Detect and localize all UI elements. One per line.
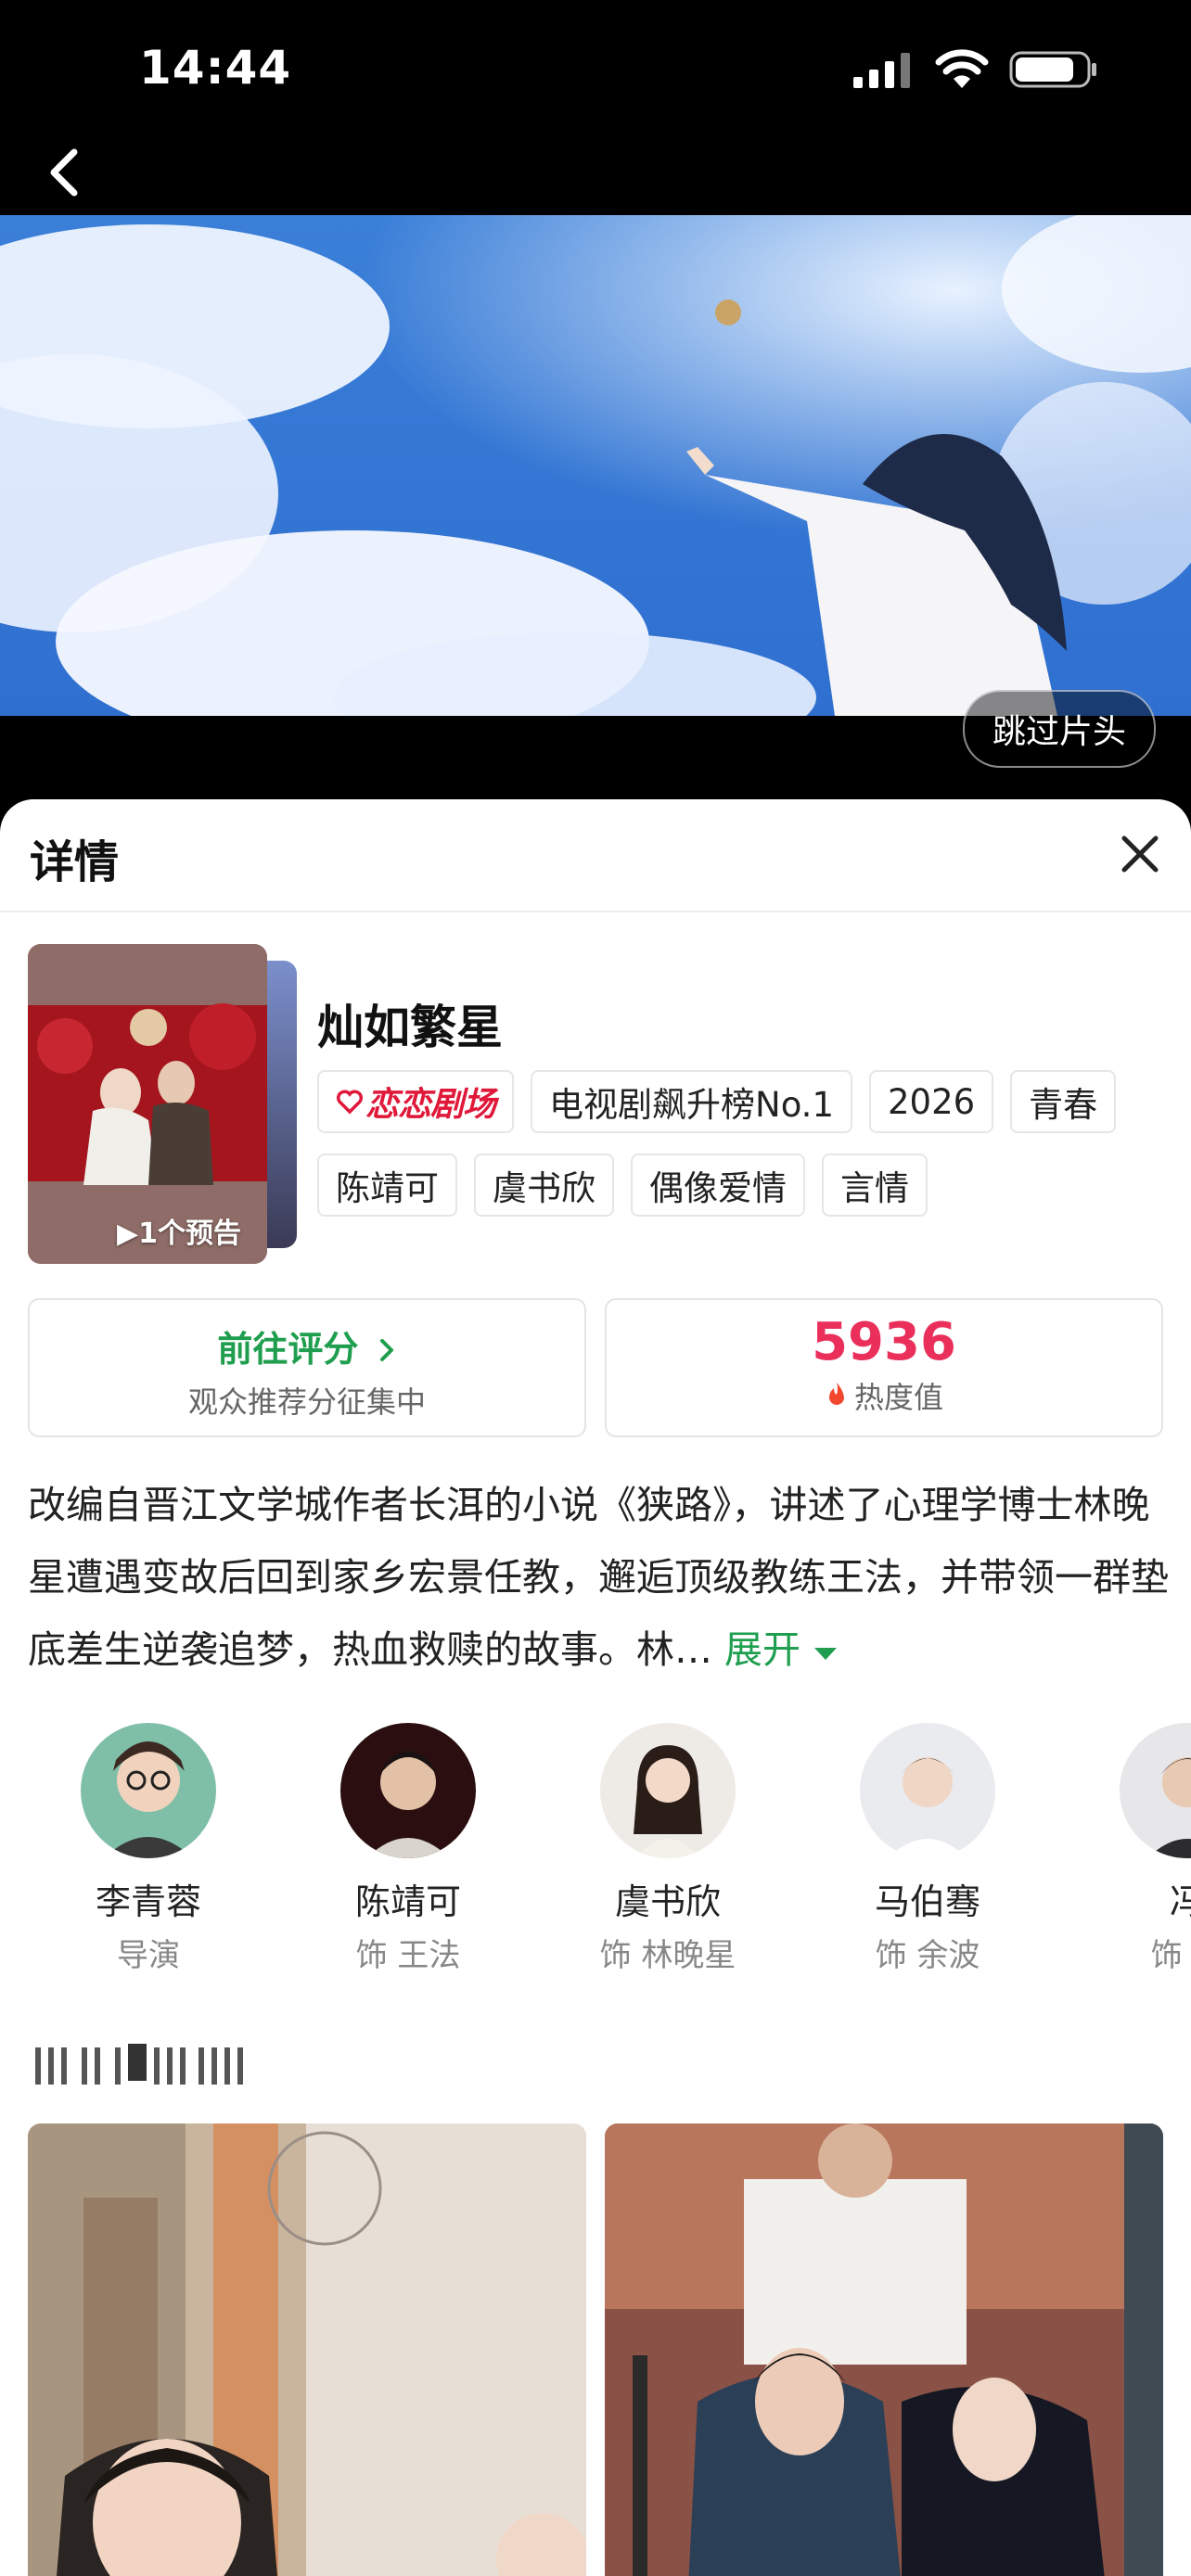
brand-tag[interactable]: 恋恋剧场	[317, 1070, 515, 1133]
video-frame-illustration	[0, 215, 1191, 716]
heat-card[interactable]: 5936 热度值	[605, 1298, 1163, 1437]
avatar	[860, 1723, 995, 1858]
heart-logo-icon	[336, 1090, 364, 1115]
cast-member[interactable]: 李青蓉 导演	[37, 1723, 260, 1975]
heat-value: 5936	[812, 1312, 956, 1372]
cast-name: 冯	[1169, 1881, 1191, 1922]
cast-role: 导演	[117, 1937, 180, 1974]
sheet-header: 详情	[0, 799, 1191, 912]
description: 改编自晋江文学城作者长洱的小说《狭路》，讲述了心理学博士林晚星遭遇变故后回到家乡…	[28, 1469, 1169, 1686]
rating-card[interactable]: 前往评分 观众推荐分征集中	[28, 1298, 586, 1437]
tag-list: 恋恋剧场 电视剧飙升榜No.1 2026 青春 陈靖可 虞书欣 偶像爱情 言情	[317, 1070, 1171, 1217]
rate-label: 前往评分	[217, 1329, 359, 1370]
cast-role: 饰 余波	[875, 1937, 980, 1974]
close-icon[interactable]	[1117, 831, 1163, 877]
trailer-label: ▶1个预告	[117, 1218, 241, 1250]
loading-placeholder-bars	[35, 2044, 243, 2085]
cast-member[interactable]: 冯 饰 王	[1076, 1723, 1191, 1975]
heat-label: 热度值	[853, 1380, 943, 1415]
fire-icon	[828, 1383, 844, 1405]
back-arrow-icon[interactable]	[37, 139, 93, 206]
avatar	[340, 1723, 476, 1858]
cast-role: 饰 王	[1150, 1937, 1191, 1974]
status-time: 14:44	[139, 41, 292, 95]
tag-ranking[interactable]: 电视剧飙升榜No.1	[531, 1070, 852, 1133]
tag-year[interactable]: 2026	[868, 1070, 994, 1133]
expand-label: 展开	[724, 1627, 801, 1672]
video-player[interactable]	[0, 215, 1191, 716]
cast-member[interactable]: 马伯骞 饰 余波	[816, 1723, 1039, 1975]
cast-member[interactable]: 陈靖可 饰 王法	[297, 1723, 519, 1975]
poster-image[interactable]: ▶1个预告	[28, 944, 267, 1264]
show-title: 灿如繁星	[317, 1001, 503, 1054]
poster-stack[interactable]: ▶1个预告	[28, 944, 297, 1264]
brand-tag-label: 恋恋剧场	[365, 1086, 496, 1124]
cast-name: 虞书欣	[614, 1881, 721, 1922]
cast-list: 李青蓉 导演 陈靖可 饰 王法 虞书欣 饰 林晚星 马伯骞 饰 余波 冯 饰	[0, 1723, 1191, 1992]
status-icons	[853, 46, 1098, 93]
cast-name: 李青蓉	[95, 1881, 201, 1922]
avatar	[81, 1723, 216, 1858]
tag-genre-youth[interactable]: 青春	[1010, 1070, 1117, 1133]
skip-intro-button[interactable]: 跳过片头	[962, 690, 1156, 768]
cast-name: 陈靖可	[354, 1881, 461, 1922]
avatar	[600, 1723, 736, 1858]
sheet-title: 详情	[30, 836, 120, 888]
expand-button[interactable]: 展开	[724, 1627, 839, 1672]
cast-name: 马伯骞	[874, 1881, 980, 1922]
avatar	[1120, 1723, 1191, 1858]
rate-link[interactable]: 前往评分	[30, 1320, 584, 1371]
detail-sheet: 详情 ▶1个预告 灿如繁星 恋恋剧场 电视剧飙升榜No.1 2026 青春 陈靖…	[0, 799, 1191, 2576]
wifi-icon	[935, 49, 989, 88]
tag-actor-1[interactable]: 陈靖可	[317, 1154, 457, 1217]
signal-icon	[853, 53, 910, 88]
heat-sub: 热度值	[607, 1374, 1161, 1417]
cast-role: 饰 林晚星	[599, 1937, 736, 1974]
related-video-thumbnail[interactable]	[28, 2123, 586, 2576]
tag-genre-idol[interactable]: 偶像爱情	[631, 1154, 805, 1217]
cast-role: 饰 王法	[355, 1937, 461, 1974]
chevron-right-icon	[379, 1339, 393, 1361]
rating-sub: 观众推荐分征集中	[187, 1384, 426, 1420]
tag-genre-romance[interactable]: 言情	[822, 1154, 928, 1217]
status-bar: 14:44	[0, 0, 1191, 139]
related-video-thumbnail[interactable]	[605, 2123, 1163, 2576]
battery-icon	[1009, 51, 1096, 88]
cast-member[interactable]: 虞书欣 饰 林晚星	[557, 1723, 779, 1975]
tag-actor-2[interactable]: 虞书欣	[474, 1154, 614, 1217]
caret-down-icon	[814, 1648, 838, 1660]
description-text: 改编自晋江文学城作者长洱的小说《狭路》，讲述了心理学博士林晚星遭遇变故后回到家乡…	[28, 1483, 1169, 1672]
